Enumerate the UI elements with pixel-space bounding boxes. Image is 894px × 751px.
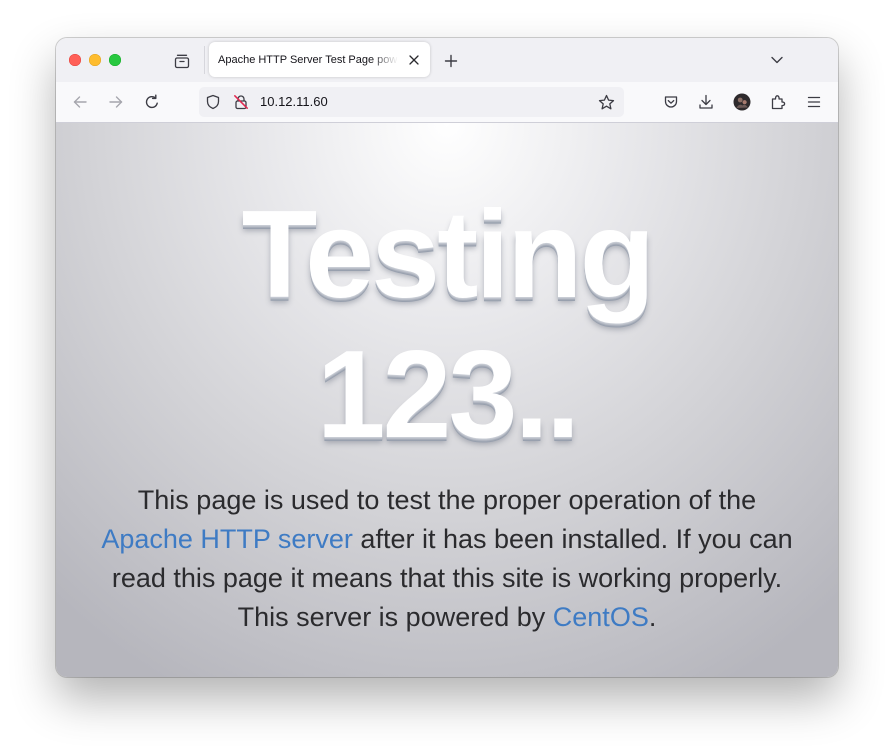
tab-separator — [204, 46, 205, 74]
description-text-1: This page is used to test the proper ope… — [137, 485, 757, 515]
tracking-protection-button[interactable] — [205, 94, 221, 110]
tab-close-button[interactable] — [406, 52, 422, 68]
arrow-right-icon — [109, 96, 123, 108]
page-content: Testing 123.. This page is used to test … — [56, 123, 838, 677]
hamburger-icon — [807, 96, 821, 108]
reload-button[interactable] — [140, 90, 164, 114]
url-bar[interactable]: 10.12.11.60 — [199, 87, 624, 117]
back-button[interactable] — [68, 90, 92, 114]
window-maximize-button[interactable] — [109, 54, 121, 66]
application-menu-button[interactable] — [802, 90, 826, 114]
star-icon — [598, 94, 614, 109]
url-text[interactable]: 10.12.11.60 — [260, 94, 328, 110]
list-all-tabs-button[interactable] — [766, 49, 788, 71]
browser-window: Apache HTTP Server Test Page powered by … — [56, 38, 838, 677]
tab-overview-icon — [174, 54, 190, 69]
extensions-button[interactable] — [766, 90, 790, 114]
arrow-left-icon — [73, 96, 87, 108]
tab-overview-button[interactable] — [169, 50, 195, 72]
pocket-icon — [664, 96, 678, 108]
download-icon — [699, 94, 713, 109]
plus-icon — [444, 54, 458, 68]
description-text-3: . — [648, 602, 657, 632]
apache-http-server-link[interactable]: Apache HTTP server — [101, 524, 353, 554]
close-icon — [409, 55, 419, 65]
centos-link[interactable]: CentOS — [553, 602, 649, 632]
tab-title: Apache HTTP Server Test Page powered by … — [218, 54, 398, 66]
window-close-button[interactable] — [69, 54, 81, 66]
headline-line-2: 123.. — [316, 326, 581, 464]
navigation-toolbar: 10.12.11.60 — [56, 82, 838, 123]
pocket-button[interactable] — [659, 90, 683, 114]
new-tab-button[interactable] — [440, 50, 462, 72]
puzzle-icon — [771, 95, 786, 110]
downloads-button[interactable] — [694, 90, 718, 114]
bookmark-button[interactable] — [597, 93, 615, 111]
connection-info-button[interactable] — [233, 94, 249, 110]
headline-line-1: Testing — [241, 186, 656, 324]
page-description: This page is used to test the proper ope… — [96, 481, 798, 637]
shield-icon — [206, 94, 220, 110]
lock-crossed-icon — [234, 95, 248, 110]
account-button[interactable] — [730, 90, 754, 114]
forward-button[interactable] — [104, 90, 128, 114]
chevron-down-icon — [771, 56, 783, 64]
page-headline: Testing 123.. — [56, 185, 838, 465]
tab-strip: Apache HTTP Server Test Page powered by … — [56, 38, 838, 82]
avatar-icon — [733, 93, 751, 111]
reload-icon — [145, 94, 158, 109]
tab-active[interactable]: Apache HTTP Server Test Page powered by … — [209, 42, 430, 77]
window-minimize-button[interactable] — [89, 54, 101, 66]
